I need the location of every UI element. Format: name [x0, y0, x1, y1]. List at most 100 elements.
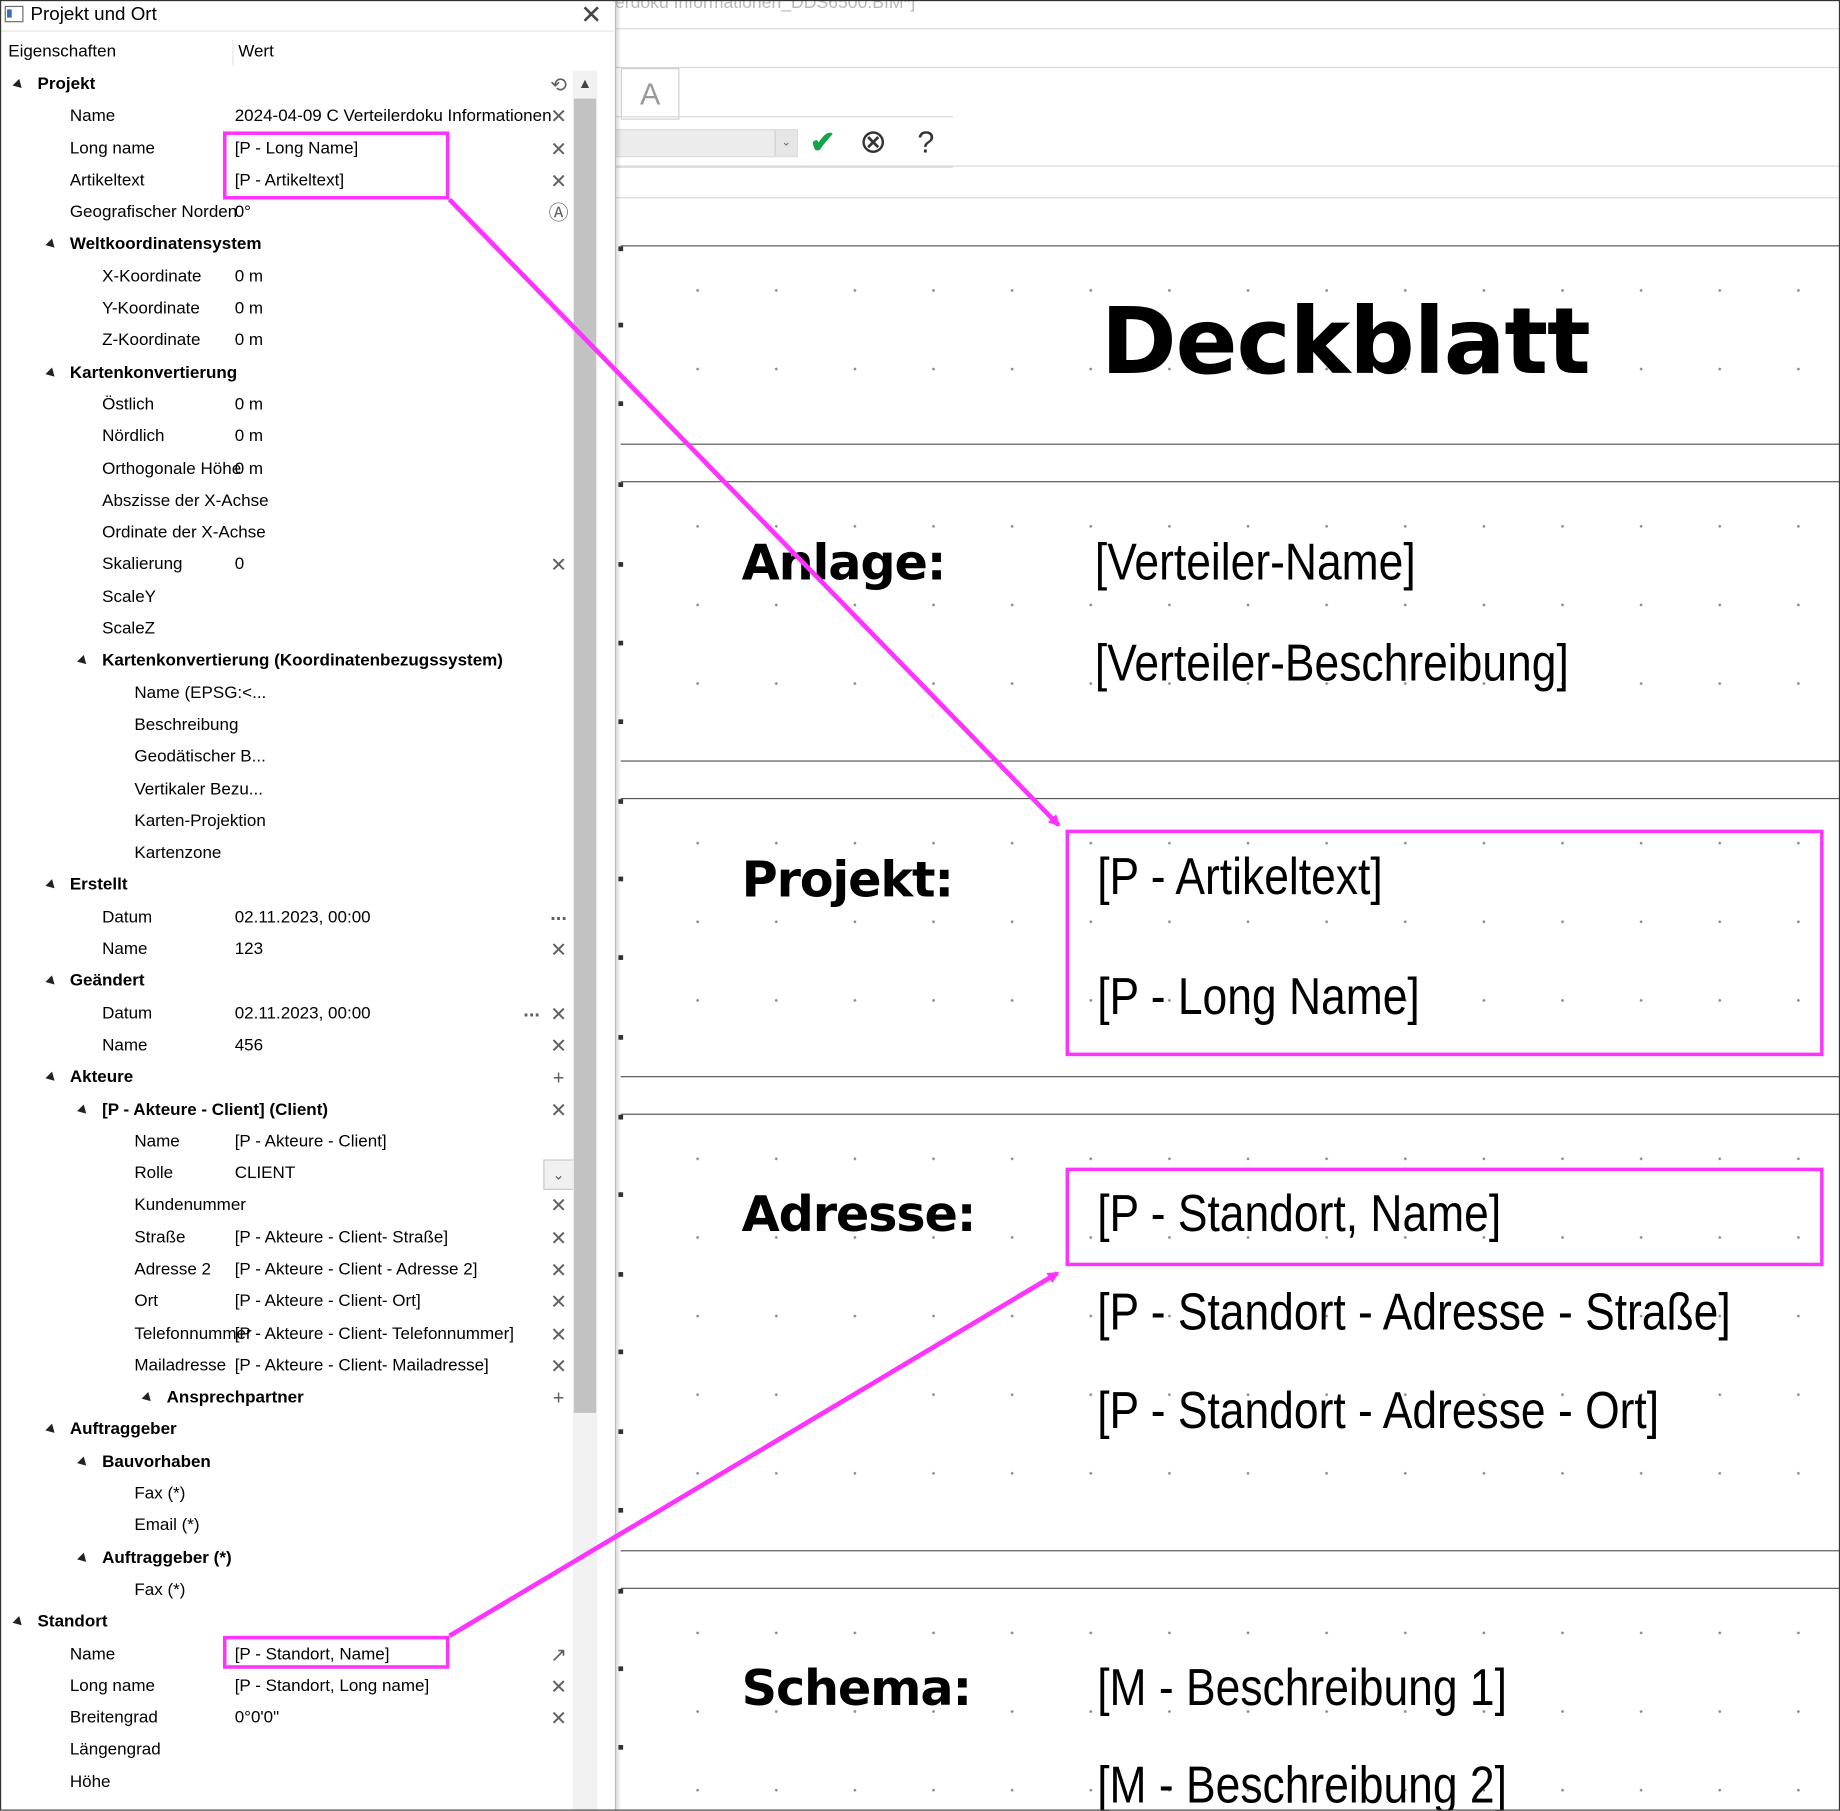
property-row[interactable]: Name 456 ✕ — [0, 1030, 598, 1062]
property-group-row[interactable]: Bauvorhaben — [0, 1447, 598, 1479]
close-icon[interactable]: ✕ — [547, 138, 570, 161]
property-row[interactable]: Name [P - Akteure - Client] — [0, 1126, 598, 1158]
external-link-icon[interactable]: ↗ — [547, 1644, 570, 1667]
property-row[interactable]: Skalierung 0 ✕ — [0, 550, 598, 582]
close-icon[interactable]: ✕ — [547, 554, 570, 577]
cancel-icon[interactable]: ⊗ — [855, 124, 890, 159]
property-row[interactable]: Vertikaler Bezu... — [0, 774, 598, 806]
property-row[interactable]: Adresse 2 [P - Akteure - Client - Adresse… — [0, 1254, 598, 1286]
adresse-label[interactable]: Adresse: — [742, 1185, 977, 1243]
close-icon[interactable]: ✕ — [547, 170, 570, 193]
property-value[interactable]: 02.11.2023, 00:00 — [235, 902, 371, 934]
close-icon[interactable]: ✕ — [547, 1708, 570, 1731]
property-value[interactable]: [P - Akteure - Client- Ort] — [235, 1286, 421, 1318]
property-value[interactable]: 456 — [235, 1030, 263, 1062]
property-value[interactable]: [P - Akteure - Client- Mailadresse] — [235, 1351, 489, 1383]
property-row[interactable]: Y-Koordinate 0 m — [0, 293, 598, 325]
close-icon[interactable]: ✕ — [547, 1195, 570, 1218]
property-row[interactable]: Fax (*) — [0, 1479, 598, 1511]
property-row[interactable]: Datum 02.11.2023, 00:00... — [0, 902, 598, 934]
property-value[interactable]: 0 m — [235, 293, 263, 325]
property-group-row[interactable]: Projekt ⟲ — [0, 69, 598, 101]
property-value[interactable]: [P - Akteure - Client - Adresse 2] — [235, 1254, 478, 1286]
property-row[interactable]: Straße [P - Akteure - Client- Straße] ✕ — [0, 1222, 598, 1254]
property-value[interactable]: 0°0'0" — [235, 1703, 280, 1735]
close-icon[interactable]: ✕ — [547, 1676, 570, 1699]
property-value[interactable]: 0° — [235, 197, 251, 229]
expand-triangle-icon[interactable] — [12, 1616, 25, 1629]
property-row[interactable]: Beschreibung — [0, 710, 598, 742]
property-row[interactable]: Höhe — [0, 1767, 598, 1799]
anlage-line-1[interactable]: [Verteiler-Name] — [1095, 534, 1416, 593]
property-row[interactable]: Fax (*) — [0, 1575, 598, 1607]
property-row[interactable]: Name (EPSG:<... — [0, 678, 598, 710]
property-row[interactable]: Z-Koordinate 0 m — [0, 325, 598, 357]
property-group-row[interactable]: Kartenkonvertierung (Koordinatenbezugssy… — [0, 646, 598, 678]
more-icon[interactable]: ... — [520, 999, 543, 1026]
property-value[interactable]: 0 m — [235, 390, 263, 422]
document-title-deckblatt[interactable]: Deckblatt — [1101, 290, 1591, 396]
property-row[interactable]: Kundenummer ✕ — [0, 1190, 598, 1222]
property-value[interactable]: 0 m — [235, 454, 263, 486]
property-row[interactable]: Name 123 ✕ — [0, 934, 598, 966]
column-header-value[interactable]: Wert — [238, 42, 274, 61]
expand-triangle-icon[interactable] — [77, 655, 90, 668]
property-value[interactable]: 02.11.2023, 00:00 — [235, 998, 371, 1030]
close-icon[interactable]: ✕ — [547, 1099, 570, 1122]
add-icon[interactable]: + — [547, 1067, 570, 1090]
property-value[interactable]: [P - Akteure - Client] — [235, 1126, 387, 1158]
scrollbar-thumb[interactable] — [573, 98, 597, 1413]
close-icon[interactable]: ✕ — [547, 1259, 570, 1282]
expand-triangle-icon[interactable] — [44, 239, 58, 252]
close-icon[interactable]: ✕ — [547, 1003, 570, 1026]
add-icon[interactable]: + — [547, 1387, 570, 1410]
property-row[interactable]: Ordinate der X-Achse — [0, 518, 598, 550]
property-row[interactable]: Ort [P - Akteure - Client- Ort] ✕ — [0, 1286, 598, 1318]
projekt-label[interactable]: Projekt: — [742, 851, 954, 909]
schema-line-2[interactable]: [M - Beschreibung 2] — [1097, 1757, 1507, 1811]
chevron-down-icon[interactable]: ⌄ — [774, 130, 797, 157]
property-group-row[interactable]: Weltkoordinatensystem — [0, 229, 598, 261]
expand-triangle-icon[interactable] — [44, 367, 58, 380]
rotate-icon[interactable]: ⟲ — [547, 74, 570, 97]
anlage-line-2[interactable]: [Verteiler-Beschreibung] — [1095, 635, 1569, 694]
property-row[interactable]: ScaleZ — [0, 614, 598, 646]
property-row[interactable]: Abszisse der X-Achse — [0, 486, 598, 518]
schema-label[interactable]: Schema: — [742, 1659, 973, 1717]
anlage-label[interactable]: Anlage: — [742, 534, 947, 592]
chevron-down-icon[interactable]: ⌄ — [543, 1159, 574, 1191]
property-row[interactable]: Kartenzone — [0, 838, 598, 870]
property-value[interactable]: CLIENT — [235, 1158, 296, 1190]
property-row[interactable]: Email (*) — [0, 1511, 598, 1543]
compass-icon[interactable]: Ⓐ — [547, 202, 570, 225]
expand-triangle-icon[interactable] — [44, 1424, 58, 1437]
property-row[interactable]: Datum 02.11.2023, 00:00 ✕... — [0, 998, 598, 1030]
property-group-row[interactable]: Auftraggeber — [0, 1415, 598, 1447]
property-group-row[interactable]: Akteure + — [0, 1062, 598, 1094]
property-group-row[interactable]: Ansprechpartner + — [0, 1383, 598, 1415]
scroll-up-icon[interactable]: ▲ — [573, 70, 598, 96]
property-value[interactable]: 123 — [235, 934, 263, 966]
expand-triangle-icon[interactable] — [44, 879, 58, 893]
property-value[interactable]: 2024-04-09 C Verteilerdoku Informationen — [235, 101, 552, 133]
property-group-row[interactable]: Kartenkonvertierung — [0, 358, 598, 390]
close-icon[interactable]: ✕ — [580, 0, 602, 31]
property-value[interactable]: [P - Akteure - Client- Telefonnummer] — [235, 1319, 514, 1351]
property-group-row[interactable]: Auftraggeber (*) — [0, 1543, 598, 1575]
field-combobox[interactable]: ⌄ — [614, 129, 798, 158]
column-divider[interactable] — [232, 39, 234, 66]
property-row[interactable]: Geografischer Norden 0° Ⓐ — [0, 197, 598, 229]
confirm-check-icon[interactable]: ✔ — [805, 124, 840, 159]
expand-triangle-icon[interactable] — [141, 1392, 155, 1405]
expand-triangle-icon[interactable] — [77, 1552, 90, 1565]
property-row[interactable]: Name 2024-04-09 C Verteilerdoku Informati… — [0, 101, 598, 133]
property-row[interactable]: Längengrad — [0, 1735, 598, 1767]
expand-triangle-icon[interactable] — [77, 1456, 90, 1469]
property-group-row[interactable]: Erstellt — [0, 870, 598, 902]
schema-line-1[interactable]: [M - Beschreibung 1] — [1097, 1659, 1507, 1718]
close-icon[interactable]: ✕ — [547, 1355, 570, 1378]
property-row[interactable]: Östlich 0 m — [0, 390, 598, 422]
close-icon[interactable]: ✕ — [547, 1035, 570, 1058]
more-icon[interactable]: ... — [547, 903, 570, 930]
help-icon[interactable]: ? — [908, 124, 943, 159]
